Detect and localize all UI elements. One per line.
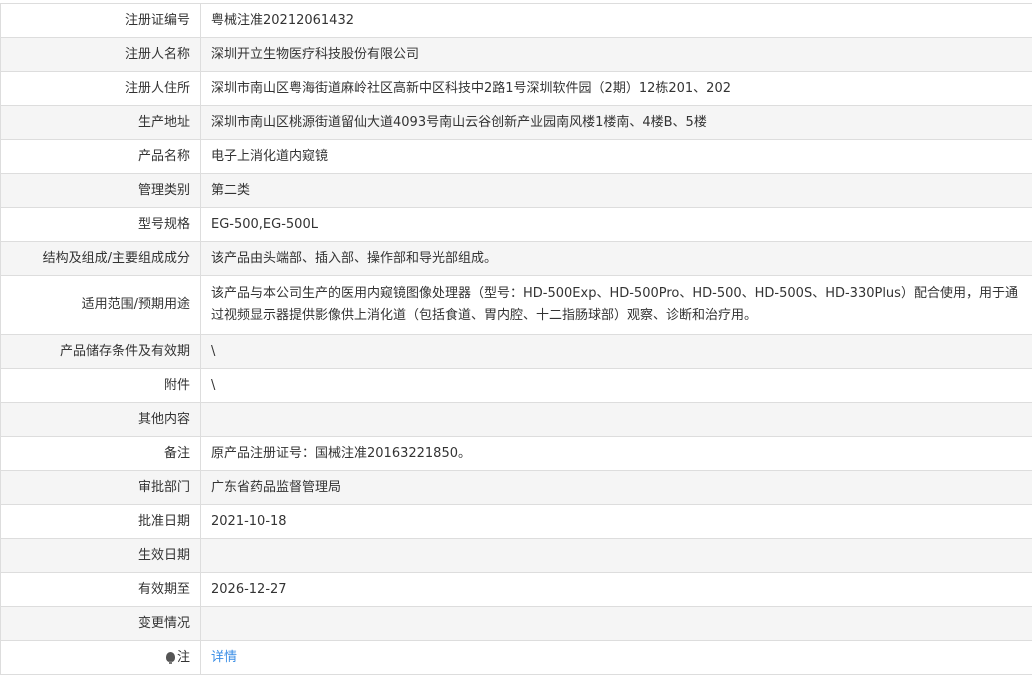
table-row: 生产地址 深圳市南山区桃源街道留仙大道4093号南山云谷创新产业园南风楼1楼南、4… [1,106,1032,140]
row-value-text: 广东省药品监督管理局 [211,480,341,495]
row-label: 结构及组成/主要组成成分 [1,242,201,276]
row-value: EG-500,EG-500L [201,208,1032,242]
table-row: 注 详情 [1,641,1032,675]
table-row: 其他内容 [1,403,1032,437]
row-label: 生效日期 [1,539,201,573]
row-value-text: 2026-12-27 [211,582,287,597]
row-label: 适用范围/预期用途 [1,276,201,335]
row-value [201,539,1032,573]
row-label: 备注 [1,437,201,471]
row-label-text: 注册人住所 [125,81,190,96]
row-value-text: 原产品注册证号：国械注准20163221850。 [211,446,471,461]
lightbulb-icon [166,652,175,662]
row-value-text: 该产品与本公司生产的医用内窥镜图像处理器（型号：HD-500Exp、HD-500… [211,286,1018,323]
table-row: 结构及组成/主要组成成分 该产品由头端部、插入部、操作部和导光部组成。 [1,242,1032,276]
row-label: 管理类别 [1,174,201,208]
row-label-text: 批准日期 [138,514,190,529]
table-row: 附件 \ [1,369,1032,403]
row-label-text: 结构及组成/主要组成成分 [43,251,190,266]
row-value-text: 深圳市南山区粤海街道麻岭社区高新中区科技中2路1号深圳软件园（2期）12栋201… [211,81,731,96]
row-value: 2021-10-18 [201,505,1032,539]
row-value-text: 深圳开立生物医疗科技股份有限公司 [211,47,419,62]
row-label: 生产地址 [1,106,201,140]
row-label-text: 备注 [164,446,190,461]
row-value: 电子上消化道内窥镜 [201,140,1032,174]
row-label-text: 生效日期 [138,548,190,563]
row-value-text: 粤械注准20212061432 [211,13,354,28]
row-label: 型号规格 [1,208,201,242]
row-label-text: 其他内容 [138,412,190,427]
row-value: 该产品与本公司生产的医用内窥镜图像处理器（型号：HD-500Exp、HD-500… [201,276,1032,335]
table-row: 注册人名称 深圳开立生物医疗科技股份有限公司 [1,38,1032,72]
table-row: 备注 原产品注册证号：国械注准20163221850。 [1,437,1032,471]
row-value: 粤械注准20212061432 [201,4,1032,38]
row-value: 第二类 [201,174,1032,208]
row-value [201,403,1032,437]
row-value-text: 第二类 [211,183,250,198]
table-row: 有效期至 2026-12-27 [1,573,1032,607]
row-label-text: 生产地址 [138,115,190,130]
row-value: \ [201,369,1032,403]
table-row: 产品名称 电子上消化道内窥镜 [1,140,1032,174]
table-row: 型号规格 EG-500,EG-500L [1,208,1032,242]
row-value: 深圳开立生物医疗科技股份有限公司 [201,38,1032,72]
row-label-text: 有效期至 [138,582,190,597]
row-value: 原产品注册证号：国械注准20163221850。 [201,437,1032,471]
row-value-text: EG-500,EG-500L [211,217,318,232]
row-value: 深圳市南山区粤海街道麻岭社区高新中区科技中2路1号深圳软件园（2期）12栋201… [201,72,1032,106]
details-link[interactable]: 详情 [211,650,237,665]
row-label: 变更情况 [1,607,201,641]
row-label: 注 [1,641,201,675]
row-value: 2026-12-27 [201,573,1032,607]
row-label: 注册人名称 [1,38,201,72]
row-label-text: 适用范围/预期用途 [82,297,190,312]
row-label: 有效期至 [1,573,201,607]
table-row: 产品储存条件及有效期 \ [1,335,1032,369]
table-row: 批准日期 2021-10-18 [1,505,1032,539]
row-value-text: 该产品由头端部、插入部、操作部和导光部组成。 [211,251,497,266]
row-label: 审批部门 [1,471,201,505]
row-value: \ [201,335,1032,369]
row-label-text: 变更情况 [138,616,190,631]
row-value: 广东省药品监督管理局 [201,471,1032,505]
registration-detail-table: 注册证编号 粤械注准20212061432 注册人名称 深圳开立生物医疗科技股份有限公… [0,3,1032,675]
row-value-text: \ [211,344,215,359]
row-value-text: 深圳市南山区桃源街道留仙大道4093号南山云谷创新产业园南风楼1楼南、4楼B、5… [211,115,707,130]
row-label: 产品名称 [1,140,201,174]
row-value-text: \ [211,378,215,393]
row-label: 注册证编号 [1,4,201,38]
row-label-text: 产品名称 [138,149,190,164]
row-label-text: 附件 [164,378,190,393]
row-label: 产品储存条件及有效期 [1,335,201,369]
row-label-text: 注册证编号 [125,13,190,28]
row-label-text: 产品储存条件及有效期 [60,344,190,359]
row-label-text: 审批部门 [138,480,190,495]
row-label-text: 管理类别 [138,183,190,198]
table-row: 审批部门 广东省药品监督管理局 [1,471,1032,505]
row-value: 详情 [201,641,1032,675]
row-label-text: 注册人名称 [125,47,190,62]
row-label: 附件 [1,369,201,403]
table-row: 管理类别 第二类 [1,174,1032,208]
row-value: 该产品由头端部、插入部、操作部和导光部组成。 [201,242,1032,276]
row-label: 其他内容 [1,403,201,437]
row-label: 注册人住所 [1,72,201,106]
row-label: 批准日期 [1,505,201,539]
row-label-text: 注 [177,650,190,665]
row-value: 深圳市南山区桃源街道留仙大道4093号南山云谷创新产业园南风楼1楼南、4楼B、5… [201,106,1032,140]
table-row: 适用范围/预期用途 该产品与本公司生产的医用内窥镜图像处理器（型号：HD-500E… [1,276,1032,335]
table-row: 注册人住所 深圳市南山区粤海街道麻岭社区高新中区科技中2路1号深圳软件园（2期）1… [1,72,1032,106]
table-row: 生效日期 [1,539,1032,573]
row-value-text: 电子上消化道内窥镜 [211,149,328,164]
row-value [201,607,1032,641]
table-row: 注册证编号 粤械注准20212061432 [1,4,1032,38]
row-value-text: 2021-10-18 [211,514,287,529]
table-row: 变更情况 [1,607,1032,641]
row-label-text: 型号规格 [138,217,190,232]
